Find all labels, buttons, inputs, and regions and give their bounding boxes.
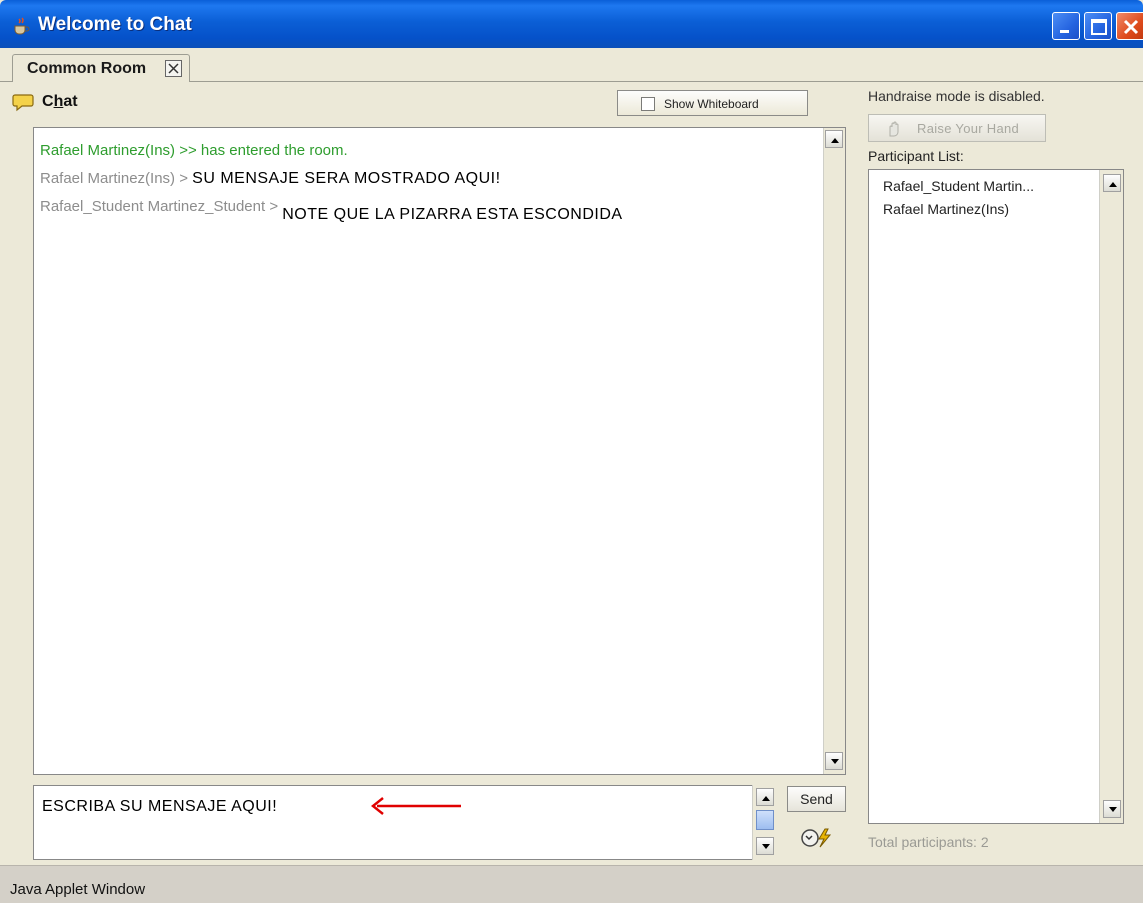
raise-hand-button[interactable]: Raise Your Hand (868, 114, 1046, 142)
participant-list[interactable]: Rafael_Student Martin... Rafael Martinez… (868, 169, 1124, 824)
chat-message: Rafael_Student Martinez_Student > NOTE Q… (40, 198, 623, 223)
participant-list-label: Participant List: (868, 148, 964, 164)
arrow-left-icon (370, 797, 461, 815)
scroll-up-button[interactable] (1103, 174, 1121, 192)
transcript-scrollbar[interactable] (823, 128, 845, 774)
show-whiteboard-label: Show Whiteboard (664, 97, 759, 111)
close-button[interactable] (1116, 12, 1143, 40)
raise-hand-label: Raise Your Hand (917, 121, 1020, 136)
status-text: Java Applet Window (10, 881, 146, 898)
message-input-value: ESCRIBA SU MENSAJE AQUI! (42, 798, 278, 815)
total-participants: Total participants: 2 (868, 834, 989, 850)
send-button[interactable]: Send (787, 786, 846, 812)
scroll-up-button[interactable] (756, 788, 774, 806)
hand-icon (889, 121, 899, 137)
arrow-down-icon (1109, 807, 1117, 812)
tab-close-button[interactable] (165, 60, 182, 77)
scroll-thumb[interactable] (756, 810, 774, 830)
scroll-down-button[interactable] (825, 752, 843, 770)
scroll-up-button[interactable] (825, 130, 843, 148)
scroll-down-button[interactable] (756, 837, 774, 855)
participant-scrollbar[interactable] (1099, 170, 1123, 823)
chat-message: Rafael Martinez(Ins) >> has entered the … (40, 142, 348, 159)
tab-strip: Common Room (0, 48, 1143, 83)
arrow-up-icon (1109, 182, 1117, 187)
message-sender: Rafael Martinez(Ins) >> (40, 142, 197, 159)
message-text: NOTE QUE LA PIZARRA ESTA ESCONDIDA (282, 206, 623, 223)
close-icon (1123, 19, 1139, 35)
arrow-down-icon (831, 759, 839, 764)
emoticon-icon[interactable] (797, 826, 837, 850)
window-title: Welcome to Chat (38, 14, 192, 35)
chat-window: Welcome to Chat Common Room Chat Show Wh… (0, 0, 1143, 903)
tab-common-room[interactable]: Common Room (12, 54, 190, 83)
maximize-button[interactable] (1084, 12, 1112, 40)
message-text: has entered the room. (200, 142, 348, 159)
handraise-status: Handraise mode is disabled. (868, 88, 1045, 104)
input-scrollbar[interactable] (752, 785, 779, 860)
tab-label: Common Room (27, 60, 147, 77)
show-whiteboard-toggle[interactable]: Show Whiteboard (617, 90, 808, 116)
list-item[interactable]: Rafael_Student Martin... (883, 178, 1034, 194)
message-sender: Rafael_Student Martinez_Student > (40, 198, 279, 215)
minimize-button[interactable] (1052, 12, 1080, 40)
list-item[interactable]: Rafael Martinez(Ins) (883, 201, 1009, 217)
room-panel: Chat Show Whiteboard Rafael Martinez(Ins… (0, 82, 1143, 865)
java-cup-icon (14, 17, 30, 35)
close-icon (168, 63, 179, 74)
scroll-down-button[interactable] (1103, 800, 1121, 818)
chat-section-label: Chat (42, 93, 78, 110)
show-whiteboard-checkbox[interactable] (641, 97, 655, 111)
arrow-down-icon (762, 844, 770, 849)
chat-message: Rafael Martinez(Ins) > SU MENSAJE SERA M… (40, 170, 501, 188)
message-input[interactable]: ESCRIBA SU MENSAJE AQUI! (33, 785, 779, 860)
speech-bubble-icon (12, 94, 34, 112)
chat-transcript[interactable]: Rafael Martinez(Ins) >> has entered the … (33, 127, 846, 775)
title-bar[interactable]: Welcome to Chat (0, 0, 1143, 48)
minimize-icon (1060, 30, 1069, 33)
arrow-up-icon (831, 138, 839, 143)
status-bar: Java Applet Window (0, 865, 1143, 903)
arrow-up-icon (762, 796, 770, 801)
maximize-icon (1091, 19, 1107, 35)
message-text: SU MENSAJE SERA MOSTRADO AQUI! (192, 170, 501, 187)
message-sender: Rafael Martinez(Ins) > (40, 170, 188, 187)
